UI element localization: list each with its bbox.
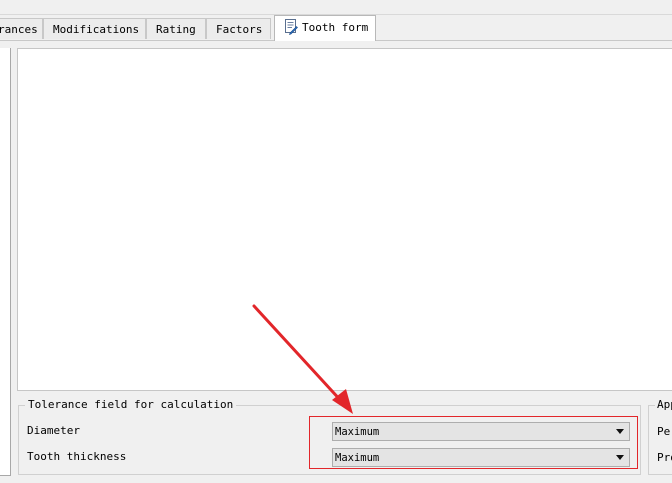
app-window: rances Modifications Rating Factors Toot… [0, 0, 672, 483]
application-group-title: App [655, 398, 672, 412]
title-strip [0, 0, 672, 15]
tab-tooth-form[interactable]: Tooth form [274, 15, 376, 41]
tab-label: Modifications [53, 23, 140, 36]
tab-label: rances [0, 23, 38, 36]
side-row-label: Pro [657, 451, 672, 464]
tooth-thickness-select[interactable]: Maximum [332, 448, 630, 467]
left-panel-edge [0, 48, 11, 476]
diameter-select[interactable]: Maximum [332, 422, 630, 441]
tolerance-field-title: Tolerance field for calculation [25, 398, 237, 412]
side-row-label: Per [657, 425, 672, 438]
diameter-label: Diameter [27, 424, 80, 437]
tab-label: Rating [156, 23, 196, 36]
tab-label: Factors [216, 23, 263, 36]
tab-factors[interactable]: Factors [206, 18, 271, 39]
tab-bar: rances Modifications Rating Factors Toot… [0, 15, 672, 41]
chevron-down-icon [616, 429, 624, 434]
tooth-thickness-label: Tooth thickness [27, 450, 127, 463]
tooth-thickness-select-value: Maximum [335, 452, 380, 464]
tab-tolerances[interactable]: rances [0, 18, 43, 39]
diameter-select-value: Maximum [335, 426, 380, 438]
tab-modifications[interactable]: Modifications [43, 18, 146, 39]
document-edit-icon [284, 18, 298, 35]
chevron-down-icon [616, 455, 624, 460]
tooth-form-drawing-area [17, 48, 672, 391]
tab-label: Tooth form [302, 21, 369, 34]
tab-rating[interactable]: Rating [146, 18, 206, 39]
